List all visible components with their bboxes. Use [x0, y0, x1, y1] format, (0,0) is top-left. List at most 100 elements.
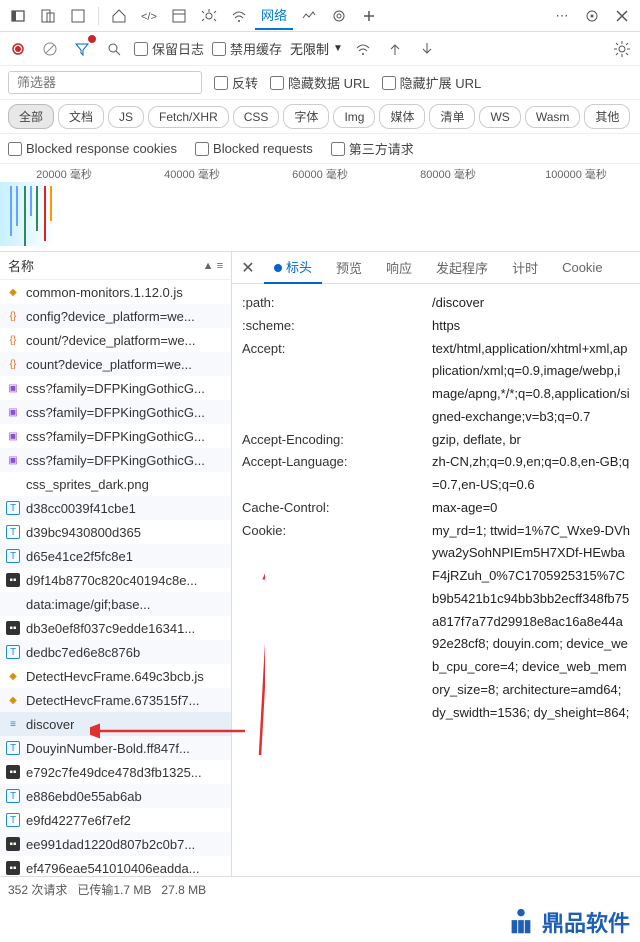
- filter-manifest[interactable]: 清单: [429, 104, 475, 129]
- blocked-requests-checkbox[interactable]: Blocked requests: [195, 141, 313, 156]
- tab-preview[interactable]: 预览: [326, 252, 372, 283]
- settings-icon[interactable]: [578, 2, 606, 30]
- device-toolbar-icon[interactable]: [34, 2, 62, 30]
- more-icon[interactable]: ⋯: [548, 2, 576, 30]
- name-column-header[interactable]: 名称 ▲ ≡: [0, 252, 231, 280]
- request-name: count/?device_platform=we...: [26, 333, 195, 348]
- request-name: css?family=DFPKingGothicG...: [26, 429, 205, 444]
- filter-img[interactable]: Img: [333, 106, 375, 128]
- network-timeline[interactable]: 20000 毫秒40000 毫秒60000 毫秒80000 毫秒100000 毫…: [0, 164, 640, 252]
- tab-headers[interactable]: 标头: [264, 251, 322, 284]
- header-key: Accept-Encoding:: [242, 429, 432, 452]
- request-name: count?device_platform=we...: [26, 357, 192, 372]
- search-icon[interactable]: [102, 37, 126, 61]
- header-row: Cookie:my_rd=1; ttwid=1%7C_Wxe9-DVhywa2y…: [242, 520, 630, 725]
- filter-media[interactable]: 媒体: [379, 104, 425, 129]
- request-row[interactable]: Te886ebd0e55ab6ab: [0, 784, 231, 808]
- request-row[interactable]: ▣css?family=DFPKingGothicG...: [0, 424, 231, 448]
- request-row[interactable]: Te9fd42277e6f7ef2: [0, 808, 231, 832]
- tab-response[interactable]: 响应: [376, 252, 422, 283]
- network-tab[interactable]: 网络: [255, 1, 293, 30]
- request-name: css?family=DFPKingGothicG...: [26, 405, 205, 420]
- tab-timing[interactable]: 计时: [502, 252, 548, 283]
- request-row[interactable]: Td39bc9430800d365: [0, 520, 231, 544]
- filter-input[interactable]: [8, 71, 202, 94]
- wifi-throttle-icon[interactable]: [351, 37, 375, 61]
- gear-icon[interactable]: [610, 37, 634, 61]
- request-row[interactable]: TDouyinNumber-Bold.ff847f...: [0, 736, 231, 760]
- sort-indicator-icon: ▲ ≡: [203, 260, 223, 272]
- request-name: e792c7fe49dce478d3fb1325...: [26, 765, 202, 780]
- tab-cookie[interactable]: Cookie: [552, 254, 612, 281]
- resource-type-filter: 全部 文档 JS Fetch/XHR CSS 字体 Img 媒体 清单 WS W…: [0, 100, 640, 134]
- request-row[interactable]: {}count/?device_platform=we...: [0, 328, 231, 352]
- sources-icon[interactable]: </>: [135, 2, 163, 30]
- filter-wasm[interactable]: Wasm: [525, 106, 581, 128]
- request-row[interactable]: ▣css?family=DFPKingGothicG...: [0, 448, 231, 472]
- request-row[interactable]: ▪▪ef4796eae541010406eadda...: [0, 856, 231, 876]
- inspect-icon[interactable]: [64, 2, 92, 30]
- request-row[interactable]: ▪▪e792c7fe49dce478d3fb1325...: [0, 760, 231, 784]
- filter-bar: 反转 隐藏数据 URL 隐藏扩展 URL: [0, 66, 640, 100]
- close-detail-icon[interactable]: ✕: [236, 256, 260, 280]
- hide-ext-url-checkbox[interactable]: 隐藏扩展 URL: [382, 73, 482, 92]
- invert-checkbox[interactable]: 反转: [214, 73, 258, 92]
- filter-ws[interactable]: WS: [479, 106, 520, 128]
- filter-other[interactable]: 其他: [584, 104, 630, 129]
- header-row: Accept:text/html,application/xhtml+xml,a…: [242, 338, 630, 429]
- request-name: ef4796eae541010406eadda...: [26, 861, 200, 876]
- request-row[interactable]: ▪▪d9f14b8770c820c40194c8e...: [0, 568, 231, 592]
- disable-cache-checkbox[interactable]: 禁用缓存: [212, 39, 282, 58]
- request-row[interactable]: ≡discover: [0, 712, 231, 736]
- header-row: :path:/discover: [242, 292, 630, 315]
- request-row[interactable]: ◆DetectHevcFrame.649c3bcb.js: [0, 664, 231, 688]
- headers-view[interactable]: :path:/discover:scheme:httpsAccept:text/…: [232, 284, 640, 876]
- request-name: DetectHevcFrame.673515f7...: [26, 693, 199, 708]
- request-row[interactable]: ▪▪ee991dad1220d807b2c0b7...: [0, 832, 231, 856]
- filter-font[interactable]: 字体: [283, 104, 329, 129]
- throttle-select[interactable]: 无限制 ▼: [290, 39, 343, 58]
- export-har-icon[interactable]: [415, 37, 439, 61]
- request-row[interactable]: ▣css?family=DFPKingGothicG...: [0, 400, 231, 424]
- filter-icon[interactable]: [70, 37, 94, 61]
- request-name: discover: [26, 717, 74, 732]
- request-row[interactable]: Tdedbc7ed6e8c876b: [0, 640, 231, 664]
- header-value: my_rd=1; ttwid=1%7C_Wxe9-DVhywa2ySohNPIE…: [432, 520, 630, 725]
- request-row[interactable]: ◆common-monitors.1.12.0.js: [0, 280, 231, 304]
- request-row[interactable]: Td65e41ce2f5fc8e1: [0, 544, 231, 568]
- request-row[interactable]: ◆DetectHevcFrame.673515f7...: [0, 688, 231, 712]
- request-row[interactable]: ▪▪db3e0ef8f037c9edde16341...: [0, 616, 231, 640]
- request-name: config?device_platform=we...: [26, 309, 195, 324]
- tab-initiator[interactable]: 发起程序: [426, 252, 498, 283]
- add-tab-icon[interactable]: [355, 2, 383, 30]
- wifi-icon[interactable]: [225, 2, 253, 30]
- request-row[interactable]: Td38cc0039f41cbe1: [0, 496, 231, 520]
- preserve-log-checkbox[interactable]: 保留日志: [134, 39, 204, 58]
- third-party-checkbox[interactable]: 第三方请求: [331, 139, 414, 158]
- dock-side-icon[interactable]: [4, 2, 32, 30]
- import-har-icon[interactable]: [383, 37, 407, 61]
- filter-css[interactable]: CSS: [233, 106, 280, 128]
- request-row[interactable]: {}config?device_platform=we...: [0, 304, 231, 328]
- hide-data-url-checkbox[interactable]: 隐藏数据 URL: [270, 73, 370, 92]
- filter-all[interactable]: 全部: [8, 104, 54, 129]
- performance-icon[interactable]: [295, 2, 323, 30]
- close-devtools-icon[interactable]: [608, 2, 636, 30]
- request-row[interactable]: css_sprites_dark.png: [0, 472, 231, 496]
- request-row[interactable]: {}count?device_platform=we...: [0, 352, 231, 376]
- blocked-cookies-checkbox[interactable]: Blocked response cookies: [8, 141, 177, 156]
- elements-icon[interactable]: [165, 2, 193, 30]
- filter-doc[interactable]: 文档: [58, 104, 104, 129]
- home-icon[interactable]: [105, 2, 133, 30]
- filter-js[interactable]: JS: [108, 106, 144, 128]
- request-row[interactable]: data:image/gif;base...: [0, 592, 231, 616]
- request-row[interactable]: ▣css?family=DFPKingGothicG...: [0, 376, 231, 400]
- record-icon[interactable]: [6, 37, 30, 61]
- header-value: zh-CN,zh;q=0.9,en;q=0.8,en-GB;q=0.7,en-U…: [432, 451, 630, 497]
- clear-icon[interactable]: [38, 37, 62, 61]
- header-row: Cache-Control:max-age=0: [242, 497, 630, 520]
- debugger-icon[interactable]: [195, 2, 223, 30]
- filter-fetch[interactable]: Fetch/XHR: [148, 106, 229, 128]
- memory-icon[interactable]: [325, 2, 353, 30]
- request-list[interactable]: ◆common-monitors.1.12.0.js{}config?devic…: [0, 280, 231, 876]
